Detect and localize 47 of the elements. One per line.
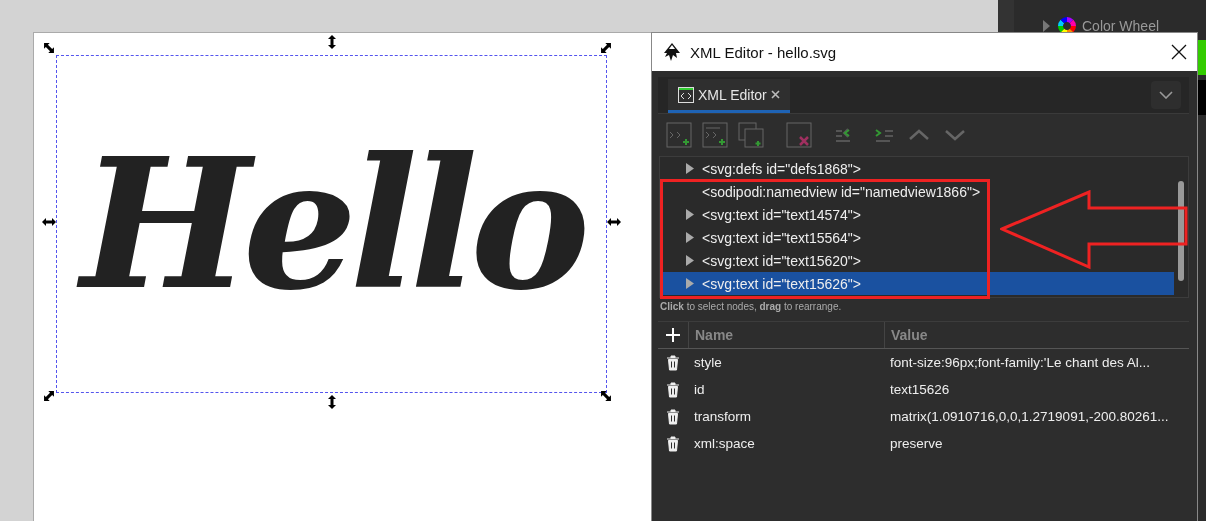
column-header[interactable]: Value — [884, 322, 1189, 348]
resize-handle-icon[interactable] — [599, 41, 613, 55]
expander-icon[interactable] — [1042, 20, 1052, 32]
resize-handle-icon[interactable] — [607, 215, 621, 229]
expander-icon[interactable] — [686, 163, 694, 174]
resize-handle-icon[interactable] — [42, 41, 56, 55]
new-element-icon[interactable] — [666, 122, 692, 148]
expander-icon[interactable] — [686, 232, 694, 243]
attribute-value[interactable]: text15626 — [884, 382, 1189, 397]
resize-handle-icon[interactable] — [599, 389, 613, 403]
expander-icon[interactable] — [686, 255, 694, 266]
tree-row[interactable]: <svg:text id="text15626"> — [660, 272, 1174, 295]
attribute-value[interactable]: matrix(1.0910716,0,0,1.2719091,-200.80261... — [884, 409, 1189, 424]
panel-item-label[interactable]: Color Wheel — [1082, 18, 1160, 34]
resize-handle-icon[interactable] — [42, 215, 56, 229]
close-icon[interactable] — [770, 90, 780, 99]
attribute-value[interactable]: preserve — [884, 436, 1189, 451]
tree-row[interactable]: <svg:text id="text15620"> — [660, 249, 865, 272]
tree-row[interactable]: <svg:text id="text14574"> — [660, 203, 865, 226]
close-icon[interactable] — [1171, 44, 1187, 60]
chevron-down-icon — [1159, 91, 1173, 99]
column-header[interactable]: Name — [688, 322, 884, 348]
attribute-value[interactable]: font-size:96px;font-family:'Le chant des Al... — [884, 355, 1189, 370]
attribute-name[interactable]: style — [688, 355, 884, 370]
tab[interactable]: XML Editor — [668, 79, 790, 113]
attribute-name[interactable]: xml:space — [688, 436, 884, 451]
dropdown-button[interactable] — [1151, 81, 1181, 109]
tree-row[interactable]: <sodipodi:namedview id="namedview1866"> — [660, 180, 985, 203]
trash-icon[interactable] — [666, 381, 680, 398]
new-text-node-icon[interactable] — [702, 122, 728, 148]
hint-text: Click to select nodes, drag to rearrange. — [659, 300, 843, 314]
add-icon[interactable] — [665, 327, 681, 343]
code-icon — [678, 86, 694, 103]
trash-icon[interactable] — [666, 435, 680, 452]
attribute-name[interactable]: transform — [688, 409, 884, 424]
attribute-name[interactable]: id — [688, 382, 884, 397]
scrollbar-thumb[interactable] — [1178, 181, 1184, 281]
window-title: XML Editor - hello.svg — [690, 43, 838, 61]
tree-row[interactable]: <svg:text id="text15564"> — [660, 226, 865, 249]
tree-row[interactable]: <svg:defs id="defs1868"> — [660, 157, 865, 180]
delete-node-icon[interactable] — [786, 122, 812, 148]
resize-handle-icon[interactable] — [42, 389, 56, 403]
app-logo-icon — [662, 42, 682, 62]
expander-icon[interactable] — [686, 278, 694, 289]
expander-icon[interactable] — [686, 209, 694, 220]
trash-icon[interactable] — [666, 354, 680, 371]
trash-icon[interactable] — [666, 408, 680, 425]
